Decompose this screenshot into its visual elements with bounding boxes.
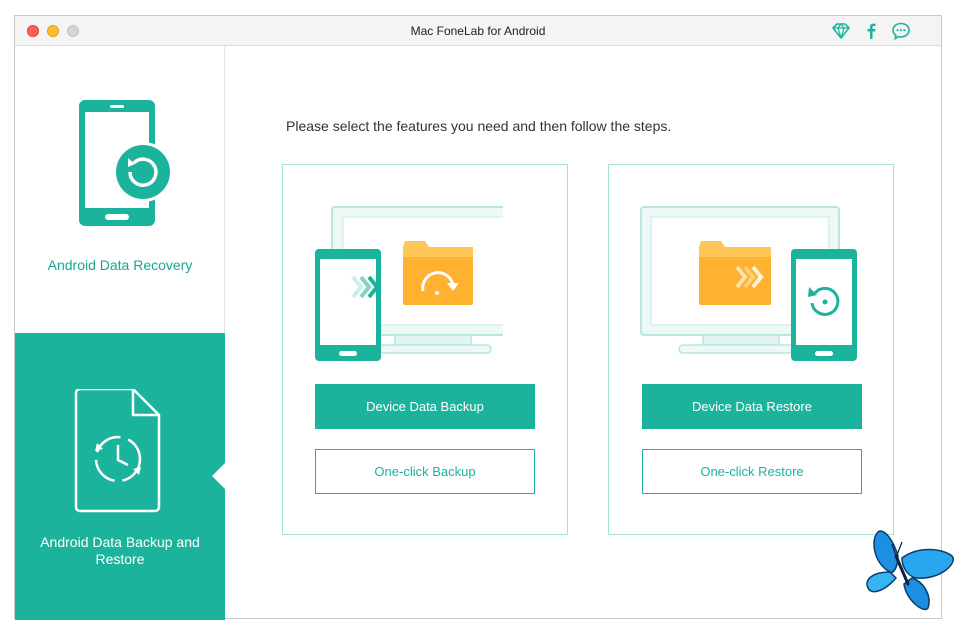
sidebar-item-label: Android Data Backup and Restore [40,534,200,567]
one-click-backup-button[interactable]: One-click Backup [315,449,535,494]
app-window: Mac FoneLab for Android Android Data Rec… [14,15,942,620]
phone-recovery-icon [77,98,173,228]
diamond-icon[interactable] [831,21,851,41]
sidebar-item-android-data-backup-restore[interactable] [15,333,225,620]
facebook-icon[interactable] [861,21,881,41]
file-backup-restore-icon [73,389,163,513]
backup-feature-card: Device Data Backup One-click Backup [282,164,568,535]
restore-illustration [639,205,869,365]
instruction-text: Please select the features you need and … [286,118,672,134]
backup-illustration [313,205,503,365]
device-data-backup-button[interactable]: Device Data Backup [315,384,535,429]
sidebar-item-android-data-recovery[interactable]: Android Data Recovery [15,46,225,333]
sidebar-item-label: Android Data Recovery [47,257,193,273]
device-data-restore-button[interactable]: Device Data Restore [642,384,862,429]
window-title: Mac FoneLab for Android [410,24,546,38]
title-bar: Mac FoneLab for Android [15,16,941,46]
chat-icon[interactable] [891,21,911,41]
restore-feature-card: Device Data Restore One-click Restore [608,164,894,535]
butterfly-icon [862,526,958,614]
selected-item-pointer [212,462,226,490]
one-click-restore-button[interactable]: One-click Restore [642,449,862,494]
